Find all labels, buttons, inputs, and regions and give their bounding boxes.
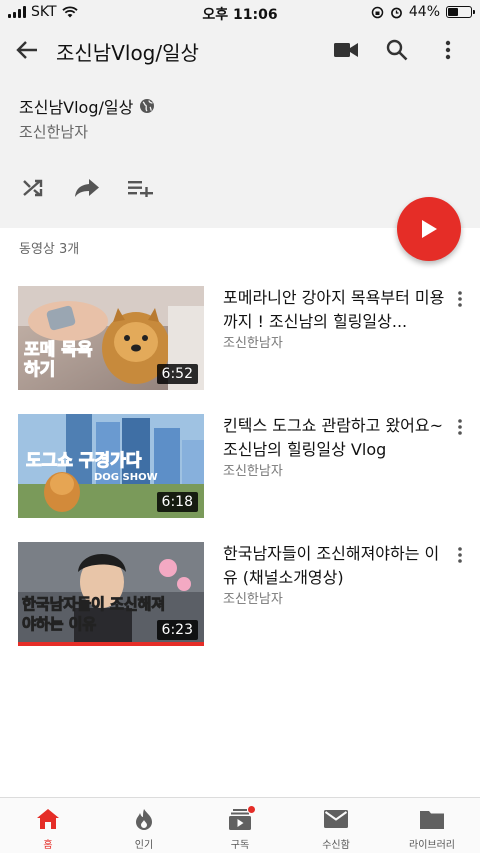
- video-duration: 6:23: [156, 620, 198, 640]
- share-icon[interactable]: [73, 174, 101, 202]
- home-icon: [35, 807, 61, 831]
- video-title[interactable]: 포메라니안 강아지 목욕부터 미용까지 ! 조신남의 힐링일상...: [223, 286, 451, 334]
- video-title[interactable]: 킨텍스 도그쇼 관람하고 왔어요~조신남의 힐링일상 Vlog: [223, 414, 451, 462]
- video-thumbnail[interactable]: 한국남자들이 조신해져야하는 이유 6:23: [18, 542, 204, 646]
- globe-icon: [140, 99, 155, 113]
- battery-fill: [448, 8, 458, 16]
- list-item[interactable]: 한국남자들이 조신해져야하는 이유 6:23 한국남자들이 조신해져야하는 이유…: [0, 542, 480, 652]
- video-channel: 조신한남자: [223, 336, 283, 351]
- nav-item-subscriptions[interactable]: 구독: [192, 798, 288, 853]
- list-item[interactable]: 도그쇼 구경가다 DOG SHOW 6:18 킨텍스 도그쇼 관람하고 왔어요~…: [0, 414, 480, 524]
- nav-item-library[interactable]: 라이브러리: [384, 798, 480, 853]
- thumbnail-caption: 한국남자들이 조신해져야하는 이유: [22, 595, 166, 634]
- play-all-button[interactable]: [397, 197, 461, 261]
- battery-percent: 44%: [408, 4, 440, 20]
- more-vert-icon[interactable]: [434, 36, 462, 64]
- search-icon[interactable]: [383, 36, 411, 64]
- trending-icon: [131, 807, 157, 831]
- app-bar: 조신남Vlog/일상: [0, 26, 480, 74]
- video-camera-icon[interactable]: [332, 36, 360, 64]
- nav-item-trending[interactable]: 인기: [96, 798, 192, 853]
- playlist-title-row: 조신남Vlog/일상: [19, 94, 155, 118]
- inbox-icon: [323, 807, 349, 831]
- nav-label: 구독: [230, 840, 250, 851]
- video-count: 동영상 3개: [19, 242, 80, 257]
- more-vert-icon[interactable]: [450, 416, 470, 438]
- video-title[interactable]: 한국남자들이 조신해져야하는 이유 (채널소개영상): [223, 542, 451, 590]
- video-channel: 조신한남자: [223, 464, 283, 479]
- add-to-queue-icon[interactable]: [127, 174, 155, 202]
- library-icon: [419, 807, 445, 831]
- status-bar: SKT 오후 11:06 44%: [0, 0, 480, 26]
- notification-dot: [247, 805, 256, 814]
- nav-item-inbox[interactable]: 수신함: [288, 798, 384, 853]
- rotation-lock-icon: [371, 6, 384, 18]
- playlist-title: 조신남Vlog/일상: [19, 98, 134, 117]
- play-icon: [422, 220, 437, 238]
- playlist-owner[interactable]: 조신한남자: [19, 121, 88, 142]
- thumbnail-caption: 도그쇼 구경가다: [25, 451, 142, 472]
- playlist-actions: [19, 174, 155, 202]
- alarm-icon: [390, 7, 402, 18]
- nav-label: 홈: [43, 840, 53, 851]
- nav-item-home[interactable]: 홈: [0, 798, 96, 853]
- battery-icon: [446, 6, 475, 18]
- status-right: 44%: [371, 4, 475, 20]
- page-title: 조신남Vlog/일상: [56, 41, 199, 65]
- thumbnail-subcaption: DOG SHOW: [94, 472, 158, 483]
- back-arrow-icon[interactable]: [12, 36, 42, 64]
- nav-label: 인기: [134, 840, 154, 851]
- bottom-nav: 홈 인기 구독 수신함 라이브러리: [0, 797, 480, 853]
- video-thumbnail[interactable]: 도그쇼 구경가다 DOG SHOW 6:18: [18, 414, 204, 518]
- nav-label: 수신함: [322, 840, 350, 851]
- thumbnail-caption: 포메 목욕하기: [24, 340, 93, 381]
- nav-label: 라이브러리: [409, 840, 455, 851]
- more-vert-icon[interactable]: [450, 544, 470, 566]
- subscriptions-icon: [227, 805, 256, 831]
- video-duration: 6:18: [156, 492, 198, 512]
- video-channel: 조신한남자: [223, 592, 283, 607]
- video-duration: 6:52: [156, 364, 198, 384]
- shuffle-icon[interactable]: [19, 174, 47, 202]
- video-thumbnail[interactable]: 포메 목욕하기 6:52: [18, 286, 204, 390]
- list-item[interactable]: 포메 목욕하기 6:52 포메라니안 강아지 목욕부터 미용까지 ! 조신남의 …: [0, 286, 480, 396]
- more-vert-icon[interactable]: [450, 288, 470, 310]
